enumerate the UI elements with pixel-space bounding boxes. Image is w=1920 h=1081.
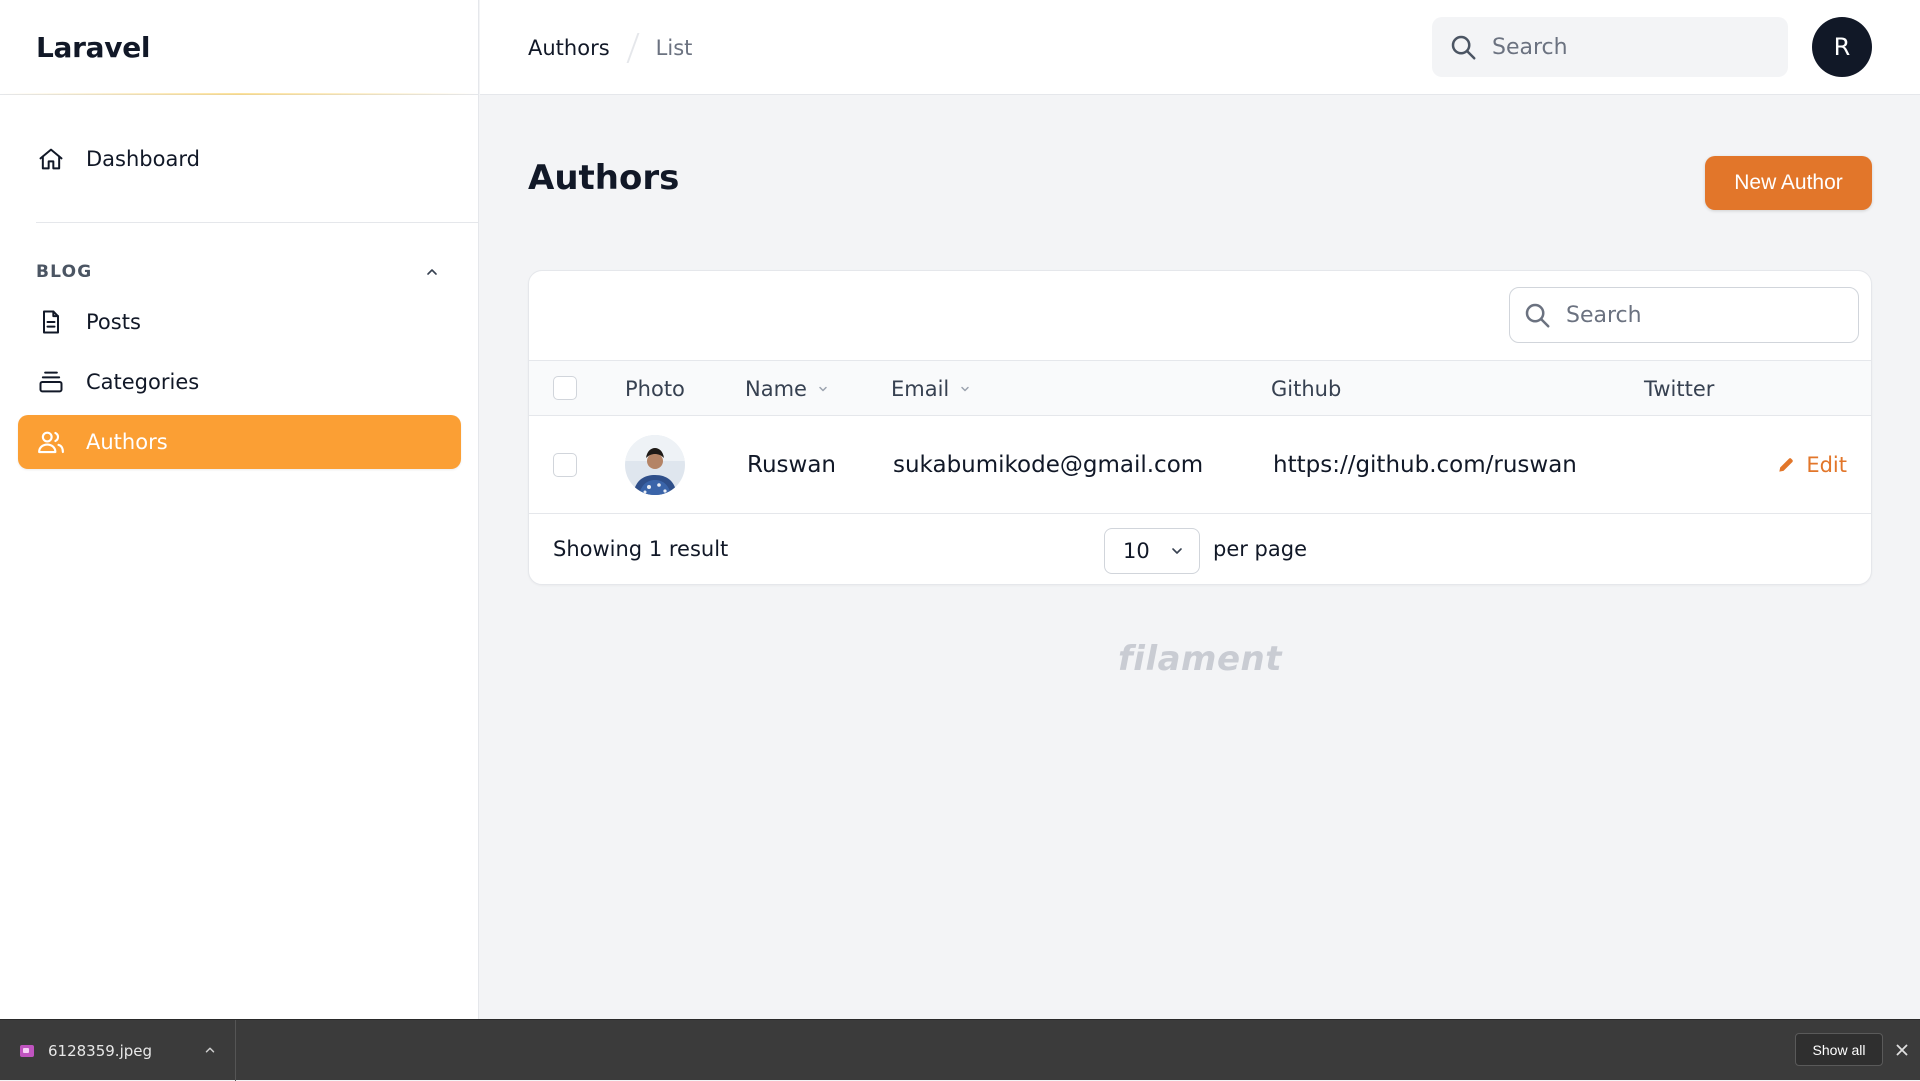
breadcrumb-separator <box>626 32 640 63</box>
table-search[interactable] <box>1509 287 1859 343</box>
sidebar-item-posts[interactable]: Posts <box>18 295 461 349</box>
download-file-name: 6128359.jpeg <box>48 1041 153 1060</box>
edit-button[interactable]: Edit <box>1776 416 1847 514</box>
show-all-button[interactable]: Show all <box>1795 1033 1883 1066</box>
breadcrumb-list[interactable]: List <box>656 36 693 60</box>
chevron-down-icon <box>1172 548 1182 554</box>
edit-label: Edit <box>1806 453 1847 477</box>
author-github: https://github.com/ruswan <box>1273 452 1577 478</box>
table-row[interactable]: Ruswan sukabumikode@gmail.com https://gi… <box>529 416 1871 514</box>
topbar: Authors List R <box>480 0 1920 95</box>
author-name: Ruswan <box>747 452 836 478</box>
breadcrumb: Authors List <box>528 0 692 95</box>
brand-logo[interactable]: Laravel <box>36 31 150 64</box>
sidebar: Laravel Dashboard BLOG Posts Categories … <box>0 0 479 1019</box>
sort-chevron-icon <box>819 386 827 391</box>
new-author-button[interactable]: New Author <box>1705 156 1872 210</box>
sidebar-item-categories[interactable]: Categories <box>18 355 461 409</box>
nav-divider <box>36 222 479 223</box>
column-twitter: Twitter <box>1644 376 1715 401</box>
chevron-up-icon[interactable] <box>203 1043 217 1057</box>
collection-icon <box>36 367 66 397</box>
sidebar-item-label: Categories <box>86 370 200 394</box>
close-icon[interactable] <box>1893 1041 1911 1059</box>
home-icon <box>36 144 66 174</box>
table-toolbar <box>529 271 1871 361</box>
nav-group-label: BLOG <box>36 262 93 282</box>
app-window: Laravel Dashboard BLOG Posts Categories … <box>0 0 1920 1019</box>
sidebar-item-dashboard[interactable]: Dashboard <box>18 132 461 186</box>
column-photo: Photo <box>625 376 685 401</box>
image-file-icon <box>20 1044 34 1057</box>
per-page-select[interactable]: 10 <box>1104 528 1200 574</box>
download-bar: 6128359.jpeg Show all <box>0 1019 1920 1081</box>
column-name[interactable]: Name <box>745 361 829 416</box>
search-icon <box>1525 303 1550 328</box>
global-search-input[interactable] <box>1492 34 1788 60</box>
table-footer: Showing 1 result 10 per page <box>529 514 1871 584</box>
brand-bar: Laravel <box>0 0 478 95</box>
per-page-value: 10 <box>1123 539 1150 563</box>
per-page-label: per page <box>1213 537 1308 561</box>
page-title: Authors <box>528 158 680 198</box>
filament-watermark: filament <box>1118 639 1282 679</box>
authors-table-card: Photo Name Email Github Twitter <box>528 270 1872 585</box>
results-count: Showing 1 result <box>553 537 729 561</box>
user-avatar[interactable]: R <box>1812 17 1872 77</box>
author-email: sukabumikode@gmail.com <box>893 452 1204 478</box>
document-icon <box>36 307 66 337</box>
table-header: Photo Name Email Github Twitter <box>529 361 1871 416</box>
global-search[interactable] <box>1432 17 1788 77</box>
download-item[interactable]: 6128359.jpeg <box>0 1020 236 1081</box>
row-checkbox[interactable] <box>553 453 577 477</box>
table-search-input[interactable] <box>1566 302 1858 328</box>
column-email[interactable]: Email <box>891 361 971 416</box>
column-email-label: Email <box>891 376 950 401</box>
nav-group-blog[interactable]: BLOG <box>36 258 444 286</box>
column-name-label: Name <box>745 376 807 401</box>
sidebar-item-label: Authors <box>86 430 168 454</box>
main-content: Authors New Author Photo Name <box>480 96 1920 1019</box>
column-github: Github <box>1271 376 1342 401</box>
sidebar-item-authors[interactable]: Authors <box>18 415 461 469</box>
chevron-up-icon[interactable] <box>420 260 444 284</box>
search-icon <box>1451 35 1476 60</box>
sidebar-item-label: Posts <box>86 310 141 334</box>
author-photo <box>625 435 685 495</box>
sort-chevron-icon <box>961 386 970 391</box>
select-all-checkbox[interactable] <box>553 376 577 400</box>
breadcrumb-authors[interactable]: Authors <box>528 36 610 60</box>
sidebar-item-label: Dashboard <box>86 147 200 171</box>
users-icon <box>36 427 66 457</box>
pencil-icon <box>1779 458 1794 472</box>
